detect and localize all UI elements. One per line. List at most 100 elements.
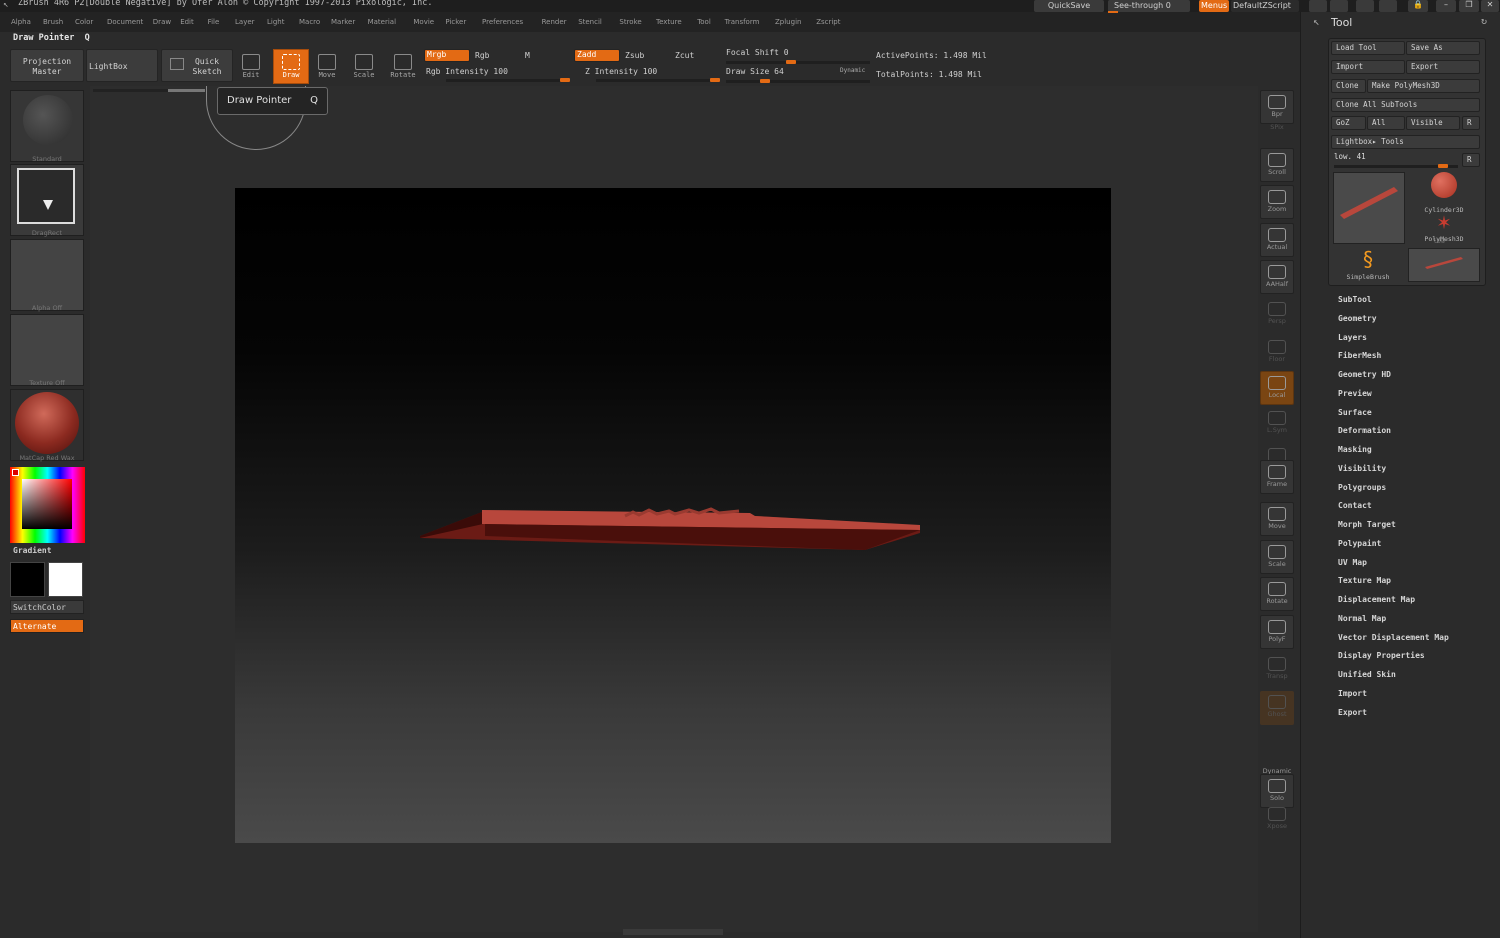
section-visibility[interactable]: Visibility [1338,464,1386,473]
refresh-icon[interactable]: ↻ [1481,16,1487,27]
zsub-toggle[interactable]: Zsub [625,51,644,60]
section-geometry[interactable]: Geometry [1338,314,1377,323]
see-through-slider[interactable]: See-through 0 [1108,0,1190,13]
move-button[interactable]: Move [309,50,345,84]
section-layers[interactable]: Layers [1338,333,1367,342]
menu-edit[interactable]: Edit [180,18,194,26]
section-polypaint[interactable]: Polypaint [1338,539,1381,548]
restore-icon[interactable]: ❐ [1459,0,1479,12]
brush-thumbnail[interactable]: Standard [10,90,84,163]
draw-size-slider[interactable] [726,79,870,83]
shelf-scale-button[interactable]: Scale [1260,540,1294,574]
default-zscript-button[interactable]: DefaultZScript [1231,0,1299,12]
section-texture-map[interactable]: Texture Map [1338,576,1391,585]
section-unified-skin[interactable]: Unified Skin [1338,670,1396,679]
shelf-aahalf-button[interactable]: AAHalf [1260,260,1294,294]
menu-draw[interactable]: Draw [153,18,171,26]
menu-file[interactable]: File [208,18,220,26]
layout-icon[interactable] [1309,0,1327,12]
shelf-frame-button[interactable]: Frame [1260,460,1294,494]
save-as-button[interactable]: Save As [1406,41,1480,55]
menu-tool[interactable]: Tool [697,18,711,26]
menu-zplugin[interactable]: Zplugin [775,18,801,26]
tool-thumb-low-2[interactable]: low [1408,248,1480,282]
doc-scrollbar[interactable] [93,89,205,92]
section-preview[interactable]: Preview [1338,389,1372,398]
focal-shift-slider[interactable] [726,60,870,64]
shelf-lsym-button[interactable]: L.Sym [1260,407,1294,441]
menu-light[interactable]: Light [267,18,284,26]
menu-macro[interactable]: Macro [299,18,320,26]
tool-r-button[interactable]: R [1462,153,1480,167]
menu-render[interactable]: Render [542,18,567,26]
rgb-intensity-knob[interactable] [560,78,570,82]
make-polymesh-button[interactable]: Make PolyMesh3D [1367,79,1480,93]
draw-button[interactable]: Draw [273,49,309,84]
section-fibermesh[interactable]: FiberMesh [1338,351,1381,360]
section-masking[interactable]: Masking [1338,445,1372,454]
clone-all-subtools-button[interactable]: Clone All SubTools [1331,98,1480,112]
section-normal-map[interactable]: Normal Map [1338,614,1386,623]
canvas[interactable] [235,188,1111,843]
shelf-spix-button[interactable]: SPix [1260,123,1294,135]
shelf-actual-button[interactable]: Actual [1260,223,1294,257]
menu-brush[interactable]: Brush [43,18,63,26]
shelf-scroll-button[interactable]: Scroll [1260,148,1294,182]
current-tool-knob[interactable] [1437,164,1448,168]
shelf-local-button[interactable]: Local [1260,371,1294,405]
section-deformation[interactable]: Deformation [1338,426,1391,435]
shelf-move-button[interactable]: Move [1260,502,1294,536]
z-intensity-knob[interactable] [710,78,720,82]
rgb-toggle[interactable]: Rgb [475,51,489,60]
shelf-ghost-button[interactable]: Ghost [1260,691,1294,725]
menu-layer[interactable]: Layer [235,18,255,26]
quick-sketch-button[interactable]: Quick Sketch [161,49,233,82]
shelf-polyf-button[interactable]: PolyF [1260,615,1294,649]
export-button[interactable]: Export [1406,60,1480,74]
menu-stroke[interactable]: Stroke [619,18,641,26]
saturation-value-square[interactable] [22,479,72,529]
lock-icon[interactable]: 🔒 [1408,0,1428,12]
shelf-persp-button[interactable]: Persp [1260,298,1294,332]
menu-color[interactable]: Color [75,18,93,26]
tool-thumb-low[interactable]: low [1333,172,1445,245]
tool-thumb-polymesh[interactable]: ✶ PolyMesh3D [1409,210,1479,246]
scale-button[interactable]: Scale [346,50,382,84]
material-thumbnail[interactable]: MatCap Red Wax [10,389,84,462]
section-export[interactable]: Export [1338,708,1367,717]
tool-arrow-icon[interactable]: ↖ [1313,15,1320,28]
goz-button[interactable]: GoZ [1331,116,1366,130]
menu-movie[interactable]: Movie [413,18,434,26]
alternate-button[interactable]: Alternate [10,619,84,633]
projection-master-button[interactable]: Projection Master [10,49,84,82]
z-intensity-slider[interactable] [596,78,720,82]
menu-picker[interactable]: Picker [445,18,466,26]
switch-color-button[interactable]: SwitchColor [10,600,84,614]
zcut-toggle[interactable]: Zcut [675,51,694,60]
menu-zscript[interactable]: Zscript [816,18,840,26]
focal-shift-knob[interactable] [786,60,797,64]
dynamic-toggle[interactable]: Dynamic [840,67,865,74]
section-polygroups[interactable]: Polygroups [1338,483,1386,492]
menus-toggle[interactable]: Menus [1199,0,1229,12]
load-tool-button[interactable]: Load Tool [1331,41,1405,55]
menu-preferences[interactable]: Preferences [482,18,523,26]
clone-button[interactable]: Clone [1331,79,1366,93]
section-contact[interactable]: Contact [1338,501,1372,510]
shelf-zoom-button[interactable]: Zoom [1260,185,1294,219]
mrgb-toggle[interactable]: Mrgb [424,49,470,62]
viewport-bottom-scroll[interactable] [623,929,723,935]
tool-thumb-simplebrush[interactable]: § SimpleBrush [1333,247,1403,283]
shelf-bpr-button[interactable]: Bpr [1260,90,1294,124]
menu-texture[interactable]: Texture [656,18,682,26]
m-toggle[interactable]: M [525,51,530,60]
layout-4-icon[interactable] [1379,0,1397,12]
section-subtool[interactable]: SubTool [1338,295,1372,304]
tool-thumb-cylinder[interactable]: Cylinder3D [1409,172,1479,214]
shelf-transp-button[interactable]: Transp [1260,653,1294,687]
texture-thumbnail[interactable]: Texture Off [10,314,84,387]
quicksave-button[interactable]: QuickSave [1034,0,1104,12]
section-morph-target[interactable]: Morph Target [1338,520,1396,529]
import-button[interactable]: Import [1331,60,1405,74]
goz-visible-button[interactable]: Visible [1406,116,1460,130]
